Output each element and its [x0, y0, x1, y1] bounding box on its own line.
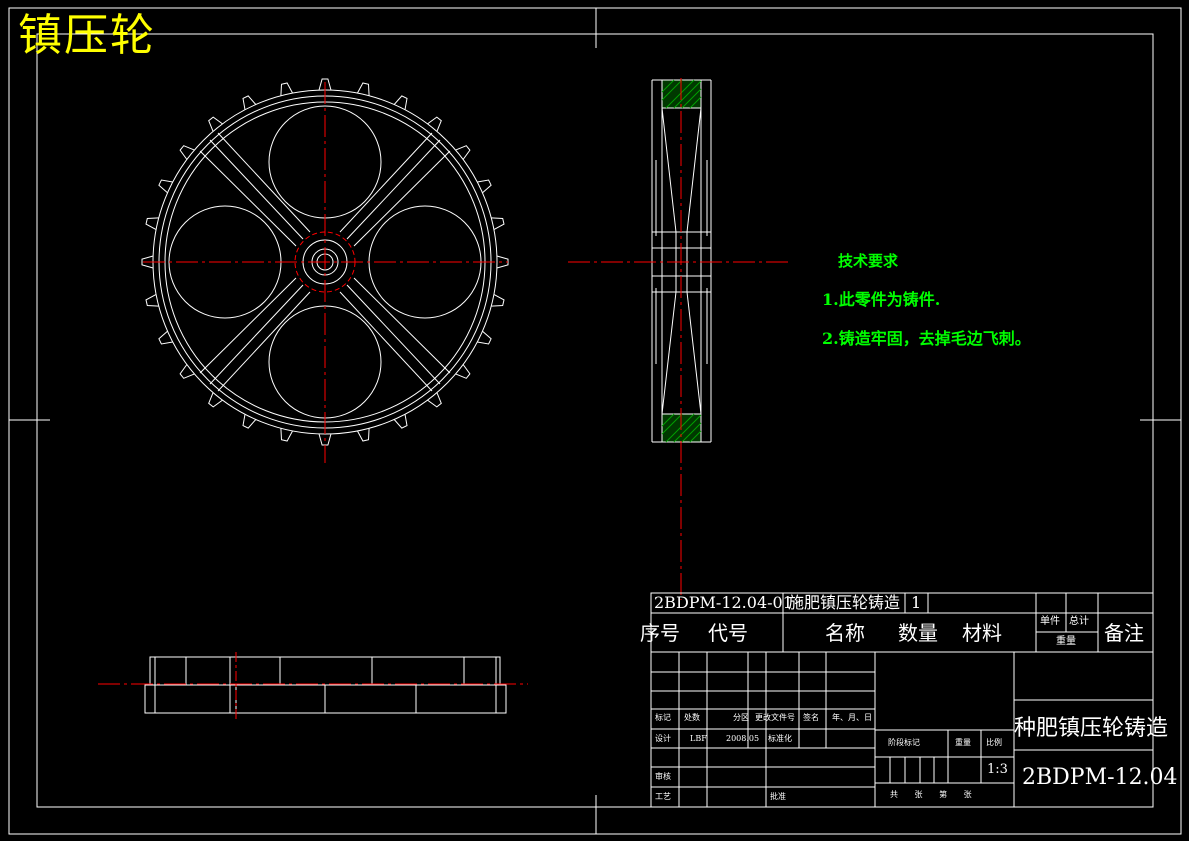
sheet-border [8, 7, 1182, 835]
drawing-number: 2BDPM-12.04 [1022, 765, 1178, 790]
bottom-view [98, 652, 528, 720]
tech-requirements-heading: 技术要求 [838, 252, 899, 270]
label-count: 处数 [684, 713, 700, 722]
label-stage-mark: 阶段标记 [888, 738, 920, 747]
header-total-weight: 总计 [1069, 616, 1089, 627]
tech-requirement-2: 2.铸造牢固，去掉毛边飞刺。 [822, 329, 1031, 348]
front-view-wheel [141, 78, 509, 463]
part-name: 种肥镇压轮铸造 [1014, 716, 1169, 741]
label-approve: 批准 [770, 792, 786, 801]
header-seq: 序号 [640, 621, 680, 645]
scale-value: 1:3 [987, 762, 1008, 777]
technical-drawing [8, 7, 1182, 835]
header-unit-weight: 单件 [1040, 616, 1060, 627]
label-zone: 分区 [733, 713, 749, 722]
side-view-section [568, 78, 790, 600]
label-standardize: 标准化 [768, 734, 792, 743]
header-weight: 重量 [1056, 636, 1076, 647]
label-mark: 标记 [655, 713, 671, 722]
drawing-frame [36, 33, 1154, 808]
header-code: 代号 [708, 621, 748, 645]
header-material: 材料 [962, 621, 1002, 645]
label-process: 工艺 [655, 792, 671, 801]
designer-name: LBF [690, 734, 707, 743]
label-check: 审核 [655, 772, 671, 781]
header-remark: 备注 [1104, 621, 1144, 645]
label-signature: 签名 [803, 713, 819, 722]
header-name: 名称 [825, 621, 865, 645]
tech-requirement-1: 1.此零件为铸件. [822, 290, 941, 309]
bom-code: 2BDPM-12.04-01 [654, 593, 793, 612]
label-design: 设计 [655, 734, 671, 743]
label-weight: 重量 [955, 738, 971, 747]
label-date: 年、月、日 [832, 713, 872, 722]
bom-qty: 1 [911, 593, 922, 612]
label-change-doc: 更改文件号 [755, 713, 795, 722]
label-scale: 比例 [986, 738, 1002, 747]
header-qty: 数量 [898, 621, 938, 645]
centering-marks [9, 8, 1181, 834]
drawing-title: 镇压轮 [18, 10, 156, 61]
label-sheets: 共 张 第 张 [890, 790, 972, 799]
design-date: 2008.05 [726, 734, 760, 743]
bom-name: 施肥镇压轮铸造 [788, 593, 901, 612]
